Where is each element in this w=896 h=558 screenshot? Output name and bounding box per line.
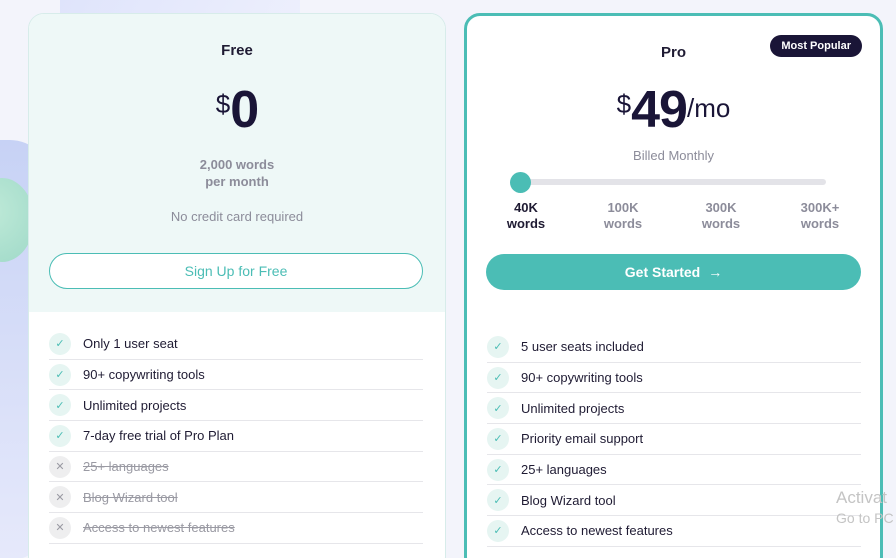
feature-label: Access to newest features <box>521 523 673 539</box>
feature-item: ✓ 90+ copywriting tools <box>49 360 423 391</box>
words-period: per month <box>205 174 269 189</box>
check-icon: ✓ <box>49 363 71 386</box>
feature-label: Blog Wizard tool <box>83 489 178 505</box>
slider-option-unit: words <box>603 216 643 231</box>
word-volume-slider-handle[interactable] <box>510 172 531 193</box>
feature-label: 90+ copywriting tools <box>83 367 205 383</box>
free-plan-card: Free $0 2,000 words per month No credit … <box>28 13 446 558</box>
feature-item: ✕ 25+ languages <box>49 452 423 483</box>
slider-option-300k[interactable]: 300K words <box>686 200 756 232</box>
feature-label: 5 user seats included <box>521 339 644 355</box>
feature-label: Only 1 user seat <box>83 336 178 352</box>
slider-option-amount: 300K+ <box>800 200 840 215</box>
feature-item: ✓ Unlimited projects <box>49 390 423 422</box>
slider-option-100k[interactable]: 100K words <box>588 200 658 232</box>
cross-icon: ✕ <box>49 516 71 539</box>
free-plan-price: $0 <box>29 80 445 140</box>
get-started-button[interactable]: Get Started → <box>486 254 861 290</box>
feature-label: 25+ languages <box>521 462 607 478</box>
activation-watermark: Activat Go to PC <box>836 487 894 529</box>
feature-label: Priority email support <box>521 431 644 447</box>
pro-feature-list: ✓ 5 user seats included ✓ 90+ copywriting t… <box>487 332 861 547</box>
price-amount: 49 <box>631 81 688 139</box>
pro-plan-card: Pro Most Popular $49/mo Billed Monthly 4… <box>464 13 883 558</box>
price-amount: 0 <box>230 81 259 139</box>
feature-item: ✓ Only 1 user seat <box>49 329 423 360</box>
most-popular-badge: Most Popular <box>770 35 862 57</box>
price-currency: $ <box>215 89 231 119</box>
free-plan-name: Free <box>221 42 253 59</box>
feature-item: ✕ Blog Wizard tool <box>49 482 423 514</box>
check-icon: ✓ <box>49 394 71 417</box>
word-volume-slider-track[interactable] <box>522 179 826 185</box>
feature-item: ✓ 7-day free trial of Pro Plan <box>49 421 423 452</box>
words-count: 2,000 words <box>199 157 275 172</box>
feature-label: Unlimited projects <box>83 397 187 413</box>
feature-item: ✓ 25+ languages <box>487 455 861 486</box>
check-icon: ✓ <box>487 427 509 450</box>
check-icon: ✓ <box>487 397 509 420</box>
watermark-line1: Activat <box>836 488 888 507</box>
sign-up-free-button[interactable]: Sign Up for Free <box>49 253 423 289</box>
check-icon: ✓ <box>487 458 509 481</box>
price-currency: $ <box>616 89 632 119</box>
feature-item: ✕ Access to newest features <box>49 513 423 544</box>
slider-option-unit: words <box>800 216 840 231</box>
check-icon: ✓ <box>487 519 509 542</box>
cross-icon: ✕ <box>49 455 71 478</box>
check-icon: ✓ <box>487 335 509 358</box>
arrow-right-icon: → <box>708 264 723 280</box>
feature-item: ✓ 5 user seats included <box>487 332 861 363</box>
watermark-line2: Go to PC <box>836 510 894 526</box>
feature-item: ✓ 90+ copywriting tools <box>487 363 861 394</box>
free-plan-header: Free $0 2,000 words per month No credit … <box>29 14 445 312</box>
slider-option-40k[interactable]: 40K words <box>491 200 561 232</box>
slider-option-unit: words <box>506 216 546 231</box>
billing-frequency: Billed Monthly <box>633 148 714 163</box>
feature-label: 7-day free trial of Pro Plan <box>83 428 235 444</box>
free-words-allowance: 2,000 words per month <box>29 156 445 190</box>
feature-label: 90+ copywriting tools <box>521 370 643 386</box>
slider-option-unit: words <box>701 216 741 231</box>
feature-label: Access to newest features <box>83 520 235 536</box>
check-icon: ✓ <box>487 366 509 389</box>
free-feature-list: ✓ Only 1 user seat ✓ 90+ copywriting tools ✓… <box>49 329 423 544</box>
feature-item: ✓ Blog Wizard tool <box>487 485 861 517</box>
cross-icon: ✕ <box>49 486 71 509</box>
slider-option-amount: 300K <box>705 200 737 215</box>
feature-item: ✓ Priority email support <box>487 424 861 455</box>
feature-label: Blog Wizard tool <box>521 492 616 508</box>
slider-option-amount: 100K <box>607 200 639 215</box>
slider-option-300k-plus[interactable]: 300K+ words <box>785 200 855 232</box>
no-credit-card-note: No credit card required <box>170 209 304 224</box>
check-icon: ✓ <box>487 489 509 512</box>
check-icon: ✓ <box>49 332 71 355</box>
feature-label: 25+ languages <box>83 459 169 475</box>
feature-label: Unlimited projects <box>521 400 625 416</box>
feature-item: ✓ Unlimited projects <box>487 393 861 425</box>
check-icon: ✓ <box>49 424 71 447</box>
pro-plan-price: $49/mo <box>467 80 880 140</box>
feature-item: ✓ Access to newest features <box>487 516 861 547</box>
slider-option-amount: 40K <box>514 200 538 215</box>
get-started-label: Get Started <box>624 264 701 280</box>
price-period: /mo <box>686 93 731 123</box>
